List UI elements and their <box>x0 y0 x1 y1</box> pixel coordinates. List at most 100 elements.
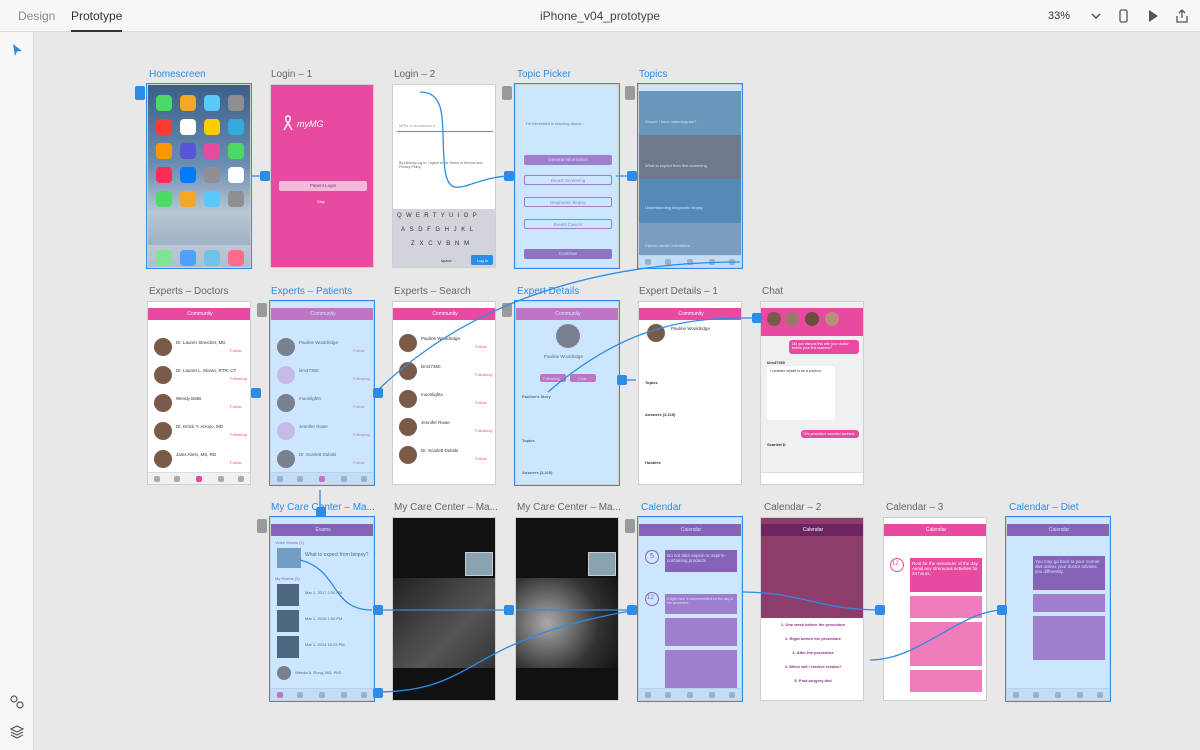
keyboard-row[interactable]: ASDFGHJKL <box>401 227 478 233</box>
topic-card-title[interactable]: Should I have mammogram? <box>645 119 696 124</box>
list-item-name[interactable]: Jennifer Rowe <box>421 420 450 425</box>
tab-bar[interactable] <box>639 255 741 267</box>
artboard-experts-search[interactable]: Community Pauline Wooldridge Follow kim473… <box>392 301 496 485</box>
procedure-menu-item[interactable]: 1. One week before the procedure <box>761 622 863 627</box>
list-item-name[interactable]: Pauline Wooldridge <box>421 336 460 341</box>
artboard-chat[interactable]: Did you discuss this with your doctor be… <box>760 301 864 485</box>
link-connector[interactable] <box>260 171 270 181</box>
app-icon[interactable] <box>228 191 244 207</box>
artboard-expert-details[interactable]: Community Pauline Wooldridge Following C… <box>514 300 620 486</box>
app-icon[interactable] <box>204 191 220 207</box>
artboard-label[interactable]: Homescreen <box>149 69 206 80</box>
link-connector[interactable] <box>316 507 326 517</box>
artboard-my-care-center-2[interactable] <box>392 517 496 701</box>
artboard-label[interactable]: Expert Details – 1 <box>639 286 718 297</box>
artboard-label[interactable]: Experts – Search <box>394 286 471 297</box>
list-item-name[interactable]: Wendy Batts <box>176 396 201 401</box>
exam-date[interactable]: Mar 1, 2017 2:30 PM <box>305 590 342 595</box>
topic-option[interactable]: Breast Screening <box>524 175 612 185</box>
topic-option[interactable]: Breast Cancer <box>524 219 612 229</box>
topic-card-title[interactable]: What to expect from first screening <box>645 163 707 168</box>
app-icon[interactable] <box>156 167 172 183</box>
topic-card-title[interactable]: Understanding diagnostic biopsy <box>645 205 703 210</box>
artboard-expert-details-1[interactable]: Community Pauline Wooldridge Topics Answ… <box>638 301 742 485</box>
artboard-label[interactable]: Calendar – Diet <box>1009 502 1078 513</box>
artboard-homescreen[interactable] <box>146 83 252 269</box>
home-screen-marker-icon[interactable] <box>135 86 145 100</box>
link-connector[interactable] <box>251 388 261 398</box>
artboard-my-care-center-1[interactable]: Exams Video Moves (1) What to expect fro… <box>269 516 375 702</box>
artboard-label[interactable]: Topic Picker <box>517 69 571 80</box>
artboard-label[interactable]: Login – 1 <box>271 69 312 80</box>
link-connector[interactable] <box>752 313 762 323</box>
artboard-label[interactable]: Experts – Doctors <box>149 286 228 297</box>
list-item-name[interactable]: Dr. Scarlett Dubski <box>421 448 458 453</box>
app-icon[interactable] <box>180 95 196 111</box>
topic-option[interactable]: Diagnostic Biopsy <box>524 197 612 207</box>
list-item-name[interactable]: Pauline Wooldridge <box>299 340 338 345</box>
link-connector[interactable] <box>504 171 514 181</box>
app-icon[interactable] <box>204 95 220 111</box>
artboard-label[interactable]: Chat <box>762 286 783 297</box>
tab-bar[interactable] <box>271 688 373 700</box>
artboard-experts-doctors[interactable]: Community Dr. Lauren Streicher, MD Follow… <box>147 301 251 485</box>
zoom-level[interactable]: 33% <box>1048 0 1070 32</box>
tab-bar[interactable] <box>148 472 250 484</box>
follow-link[interactable]: Following <box>230 432 247 437</box>
app-icon[interactable] <box>180 167 196 183</box>
topic-option[interactable]: General Information <box>524 155 612 165</box>
device-preview-icon[interactable] <box>1115 8 1131 24</box>
app-icon[interactable] <box>180 143 196 159</box>
exam-date[interactable]: Mar 1, 2016 1:30 PM <box>305 616 342 621</box>
link-connector[interactable] <box>373 605 383 615</box>
video-pip[interactable] <box>465 552 493 576</box>
follow-link[interactable]: Follow <box>230 348 242 353</box>
tab-bar[interactable] <box>1007 688 1109 700</box>
app-icon[interactable] <box>228 119 244 135</box>
space-key[interactable]: space <box>441 258 452 263</box>
artboard-label[interactable]: Topics <box>639 69 667 80</box>
tab-bar[interactable] <box>271 472 373 484</box>
app-icon[interactable] <box>156 95 172 111</box>
list-item-name[interactable]: Dr. Scarlett Dubski <box>299 452 336 457</box>
app-icon[interactable] <box>180 119 196 135</box>
app-icon[interactable] <box>156 119 172 135</box>
video-item-title[interactable]: What to expect from biopsy? <box>305 552 368 558</box>
link-connector[interactable] <box>504 605 514 615</box>
follow-link[interactable]: Follow <box>230 460 242 465</box>
app-icon[interactable] <box>204 167 220 183</box>
keyboard-row[interactable]: ZXCVBNM <box>411 241 474 247</box>
follow-link[interactable]: Follow <box>353 460 365 465</box>
link-connector[interactable] <box>875 605 885 615</box>
list-item-name[interactable]: moonlightn <box>299 396 321 401</box>
tab-bar[interactable] <box>639 688 741 700</box>
artboard-label[interactable]: Expert Details <box>517 286 579 297</box>
app-icon[interactable] <box>228 143 244 159</box>
procedure-menu-item[interactable]: 5. Post-surgery diet <box>761 678 863 683</box>
list-item-name[interactable]: Janis Abrin, MS, RD <box>176 452 216 457</box>
artboard-calendar-3[interactable]: Calendar 12 Rest for the remainder of th… <box>883 517 987 701</box>
list-item-name[interactable]: moonlightn <box>421 392 443 397</box>
app-icon[interactable] <box>156 143 172 159</box>
chevron-down-icon[interactable] <box>1088 8 1104 24</box>
mrn-field[interactable]: MRN or Accession # <box>399 123 435 128</box>
link-connector[interactable] <box>627 171 637 181</box>
link-connector[interactable] <box>373 688 383 698</box>
list-item-name[interactable]: kim47360 <box>299 368 319 373</box>
link-connector[interactable] <box>627 605 637 615</box>
follow-link[interactable]: Following <box>475 372 492 377</box>
artboard-my-care-center-3[interactable] <box>515 517 619 701</box>
follow-link[interactable]: Follow <box>475 344 487 349</box>
patient-login-button[interactable]: Patient Login <box>279 181 367 191</box>
artboard-login-1[interactable]: myMG Patient Login Skip <box>270 84 374 268</box>
procedure-menu-item[interactable]: 4. When will I receive results? <box>761 664 863 669</box>
list-item-name[interactable]: kim47360 <box>421 364 441 369</box>
follow-button[interactable]: Following <box>543 376 560 381</box>
follow-link[interactable]: Follow <box>230 404 242 409</box>
tab-prototype[interactable]: Prototype <box>71 0 123 32</box>
layers-icon[interactable] <box>9 724 25 740</box>
artboard-login-2[interactable]: MRN or Accession # By clicking Log in, I… <box>392 84 496 268</box>
list-item-name[interactable]: Dr. Errick Y. Arroyo, MD <box>176 424 223 429</box>
procedure-menu-item[interactable]: 2. Right before the procedure <box>761 636 863 641</box>
procedure-menu-item[interactable]: 3. After the procedure <box>761 650 863 655</box>
